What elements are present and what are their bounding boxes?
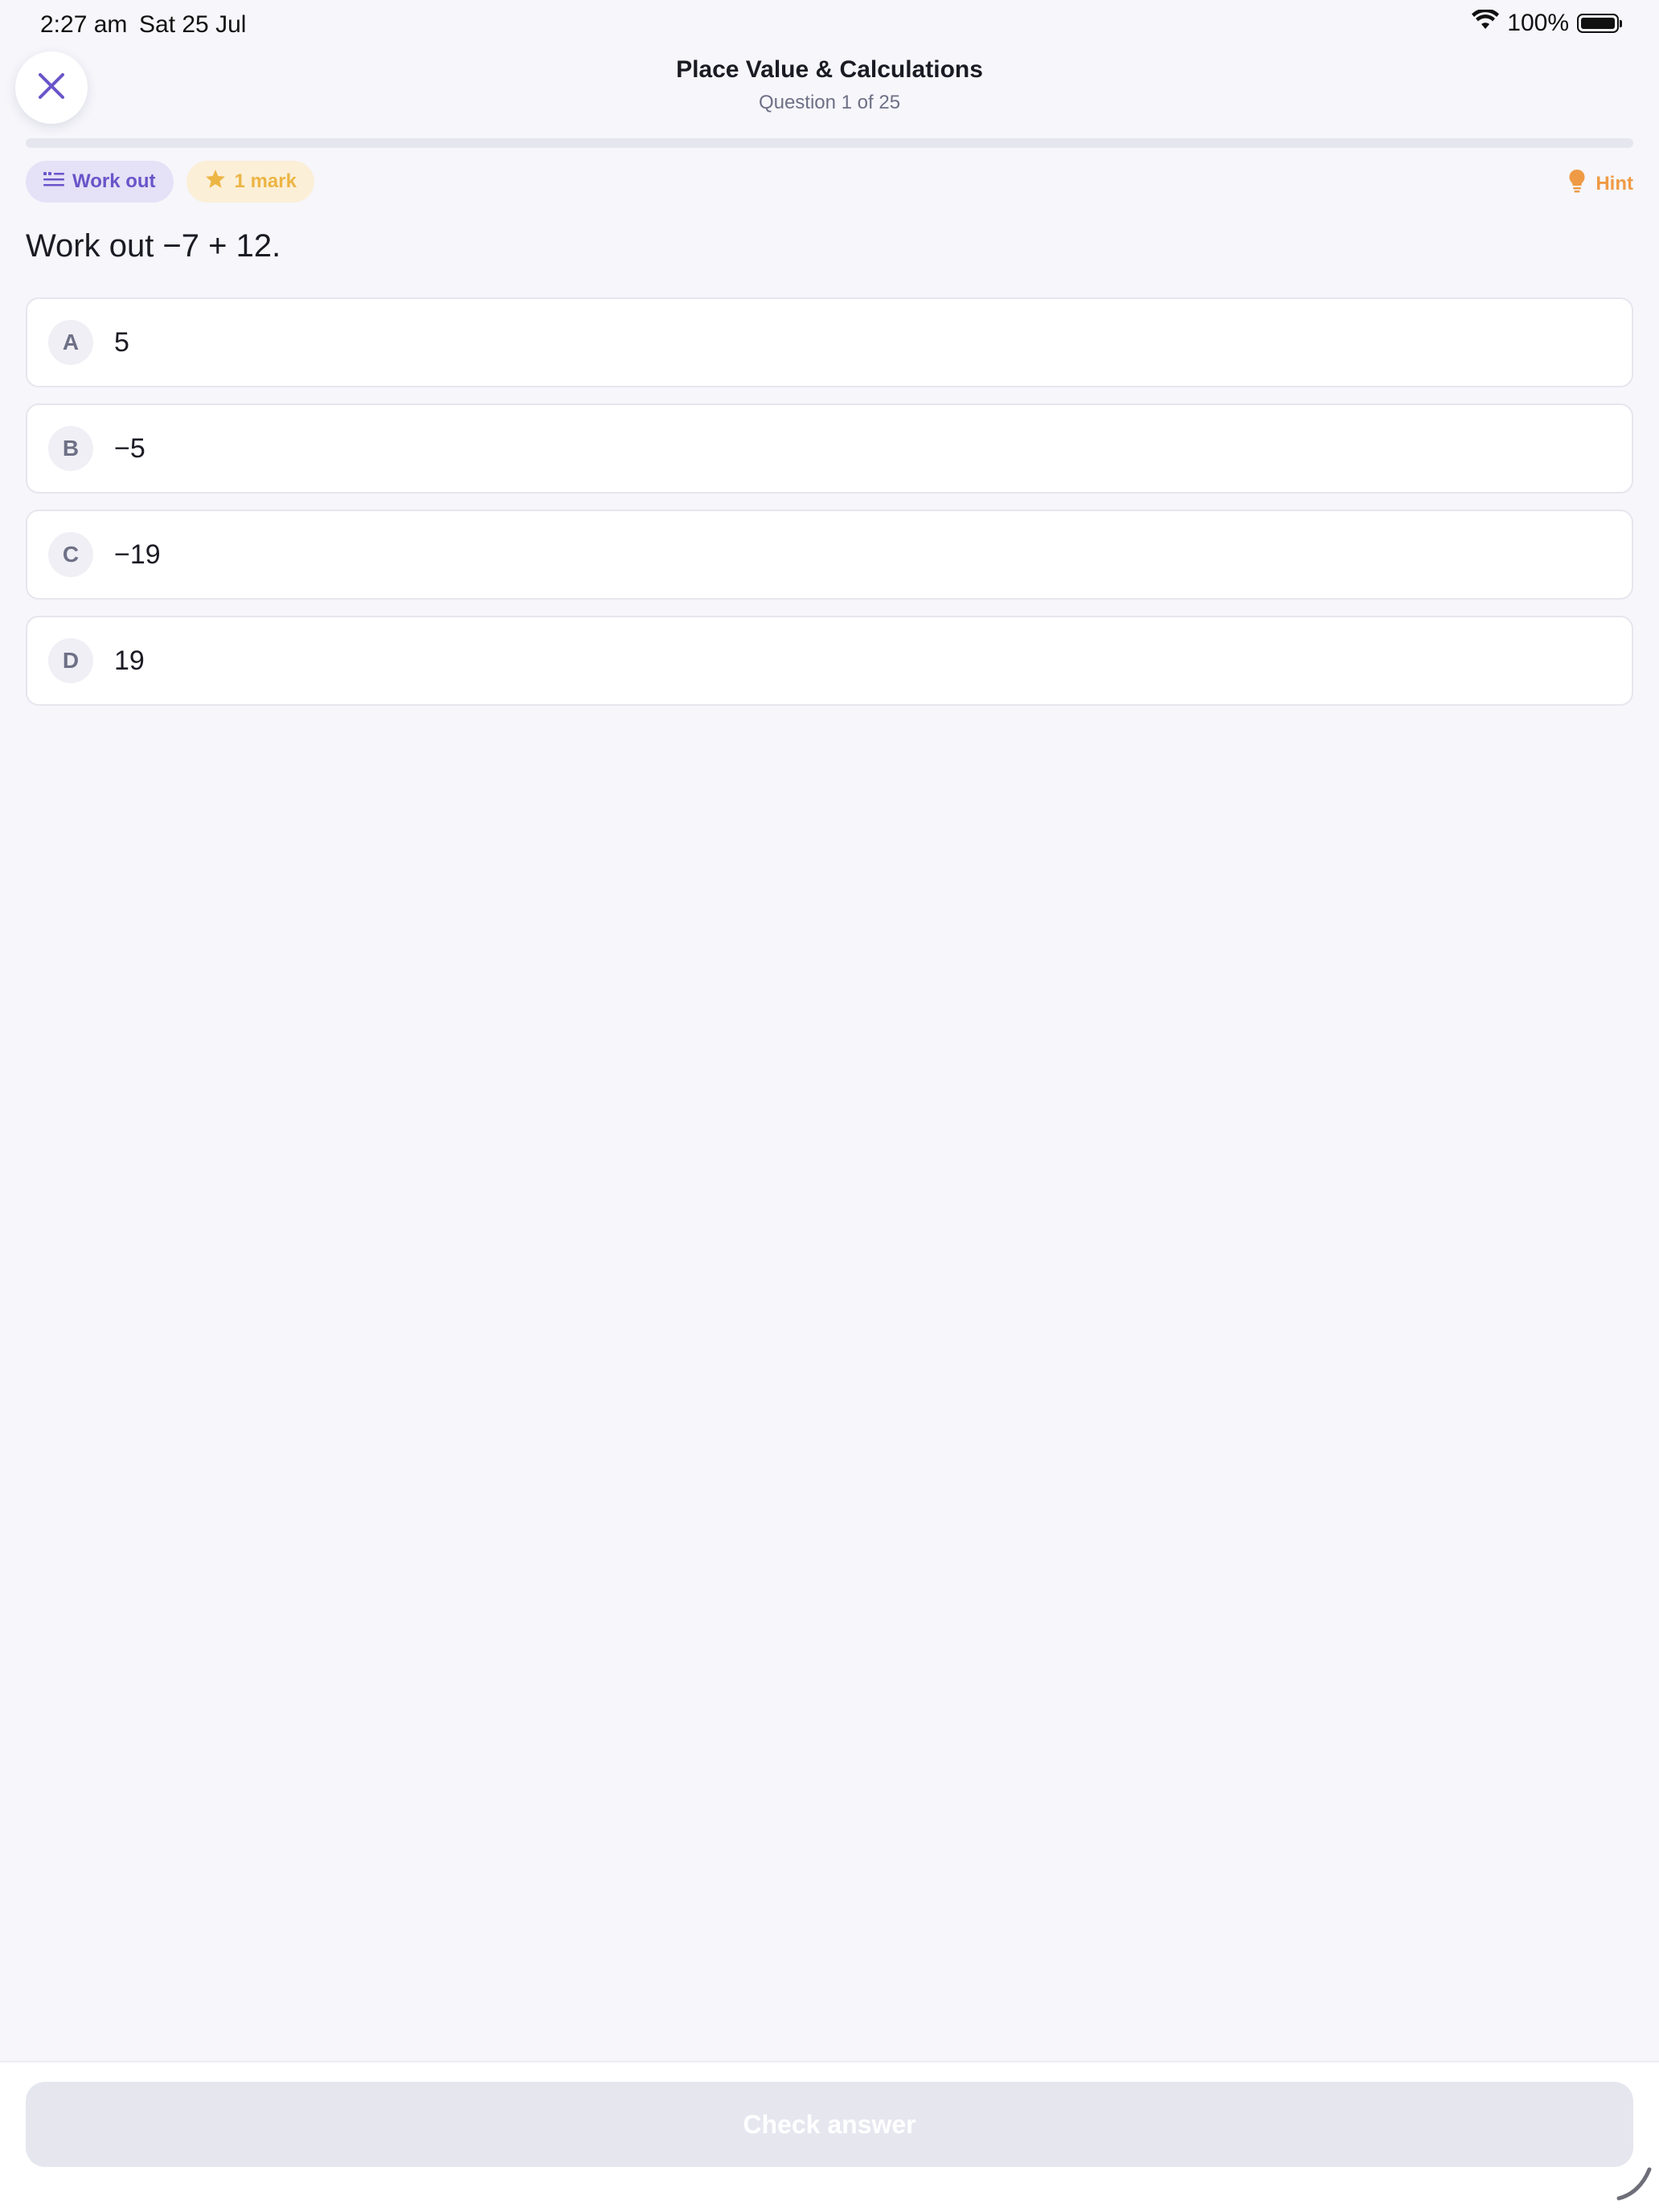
hint-button[interactable]: Hint — [1568, 169, 1633, 199]
question-text: Work out −7 + 12. — [26, 228, 281, 264]
battery-percentage: 100% — [1507, 10, 1569, 36]
star-icon — [204, 168, 227, 196]
answer-option-c[interactable]: C −19 — [26, 510, 1633, 600]
status-date: Sat 25 Jul — [139, 11, 247, 38]
lightbulb-icon — [1568, 169, 1586, 199]
question-type-label: Work out — [72, 170, 156, 192]
wifi-icon — [1472, 8, 1500, 37]
footer: Check answer — [0, 2061, 1659, 2212]
option-letter: C — [48, 532, 93, 577]
answer-options: A 5 B −5 C −19 D 19 — [26, 297, 1633, 722]
option-letter: D — [48, 638, 93, 683]
question-tags: Work out 1 mark — [26, 161, 314, 203]
status-indicators: 100% — [1472, 8, 1622, 37]
hint-label: Hint — [1596, 172, 1633, 195]
question-counter: Question 1 of 25 — [758, 92, 901, 113]
answer-option-b[interactable]: B −5 — [26, 403, 1633, 494]
question-type-badge: Work out — [26, 161, 174, 203]
marks-label: 1 mark — [234, 170, 297, 192]
option-letter: B — [48, 426, 93, 471]
option-text: 5 — [114, 326, 129, 358]
quiz-title: Place Value & Calculations — [676, 56, 983, 83]
marks-badge: 1 mark — [186, 161, 314, 203]
list-icon — [43, 170, 64, 193]
answer-option-a[interactable]: A 5 — [26, 297, 1633, 387]
status-time: 2:27 am — [40, 11, 128, 38]
battery-icon — [1577, 14, 1622, 33]
progress-bar — [26, 138, 1633, 148]
option-text: 19 — [114, 645, 145, 676]
resize-handle-icon — [1614, 2163, 1654, 2207]
option-letter: A — [48, 320, 93, 365]
option-text: −19 — [114, 539, 161, 570]
answer-option-d[interactable]: D 19 — [26, 616, 1633, 706]
option-text: −5 — [114, 432, 145, 464]
status-bar: 2:27 am Sat 25 Jul 100% — [0, 0, 1659, 51]
check-answer-button[interactable]: Check answer — [26, 2082, 1633, 2167]
